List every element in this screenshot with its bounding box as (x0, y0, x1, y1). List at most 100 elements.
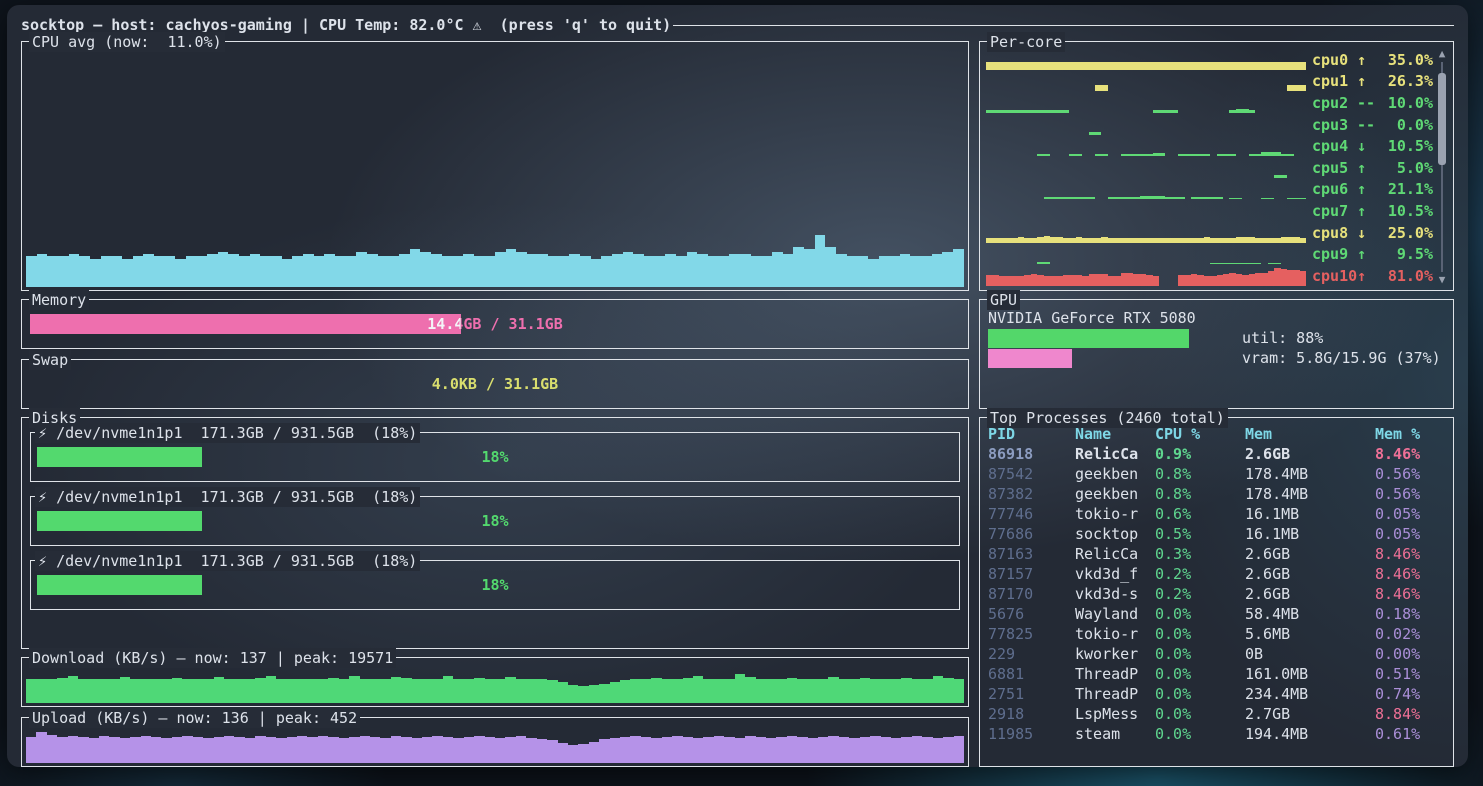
spark-bar (484, 256, 495, 287)
per-core-rows: cpu0↑35.0%cpu1↑26.3%cpu2--10.0%cpu3--0.0… (986, 48, 1433, 286)
spark-bar (172, 678, 182, 703)
process-mem: 2.6GB (1245, 584, 1375, 604)
process-row[interactable]: 2918LspMess0.0%2.7GB8.84% (988, 704, 1445, 724)
spark-bar (193, 737, 203, 763)
process-row[interactable]: 229kworker0.0%0B0.00% (988, 644, 1445, 664)
lightning-icon: ⚡ (38, 488, 56, 506)
process-row[interactable]: 5676Wayland0.0%58.4MB0.18% (988, 604, 1445, 624)
process-row[interactable]: 11985steam0.0%194.4MB0.61% (988, 724, 1445, 744)
spark-bar (922, 737, 932, 763)
spark-bar (870, 679, 880, 703)
spark-bar (825, 247, 836, 287)
spark-bar (380, 738, 390, 763)
process-row[interactable]: 77746tokio-r0.6%16.1MB0.05% (988, 504, 1445, 524)
spark-bar (346, 256, 357, 287)
spark-bar (287, 679, 297, 703)
spark-bar (868, 259, 879, 287)
process-cpu: 0.8% (1155, 464, 1245, 484)
spark-bar (662, 679, 672, 703)
spark-bar (1300, 271, 1306, 286)
process-row[interactable]: 77825tokio-r0.0%5.6MB0.02% (988, 624, 1445, 644)
scroll-up-icon[interactable]: ▲ (1439, 48, 1446, 60)
core-name: cpu2 (1312, 93, 1357, 113)
swap-panel: Swap 4.0KB / 31.1GB (21, 359, 969, 409)
spark-bar (356, 252, 367, 287)
process-cpu: 0.5% (1155, 524, 1245, 544)
spark-bar (260, 256, 271, 287)
download-panel-title: Download (KB/s) — now: 137 | peak: 19571 (29, 648, 396, 668)
spark-bar (589, 742, 599, 763)
per-core-sparkline (986, 113, 1306, 135)
spark-bar (559, 256, 570, 287)
spark-bar (89, 679, 99, 703)
per-core-sparkline (986, 178, 1306, 200)
process-row[interactable]: 86918RelicCa0.9%2.6GB8.46% (988, 444, 1445, 464)
lightning-icon: ⚡ (38, 552, 56, 570)
gpu-vram-gauge-fill (988, 349, 1072, 368)
process-name: socktop (1075, 524, 1155, 544)
download-panel: Download (KB/s) — now: 137 | peak: 19571 (21, 657, 969, 707)
process-pid: 86918 (988, 444, 1075, 464)
process-mem: 58.4MB (1245, 604, 1375, 624)
process-row[interactable]: 87163RelicCa0.3%2.6GB8.46% (988, 544, 1445, 564)
process-cpu: 0.6% (1155, 504, 1245, 524)
spark-bar (297, 679, 307, 703)
scroll-down-icon[interactable]: ▼ (1439, 274, 1446, 286)
spark-bar (401, 678, 411, 703)
spark-bar (193, 679, 203, 703)
spark-bar (623, 252, 634, 287)
spark-bar (787, 736, 797, 763)
process-row[interactable]: 77686socktop0.5%16.1MB0.05% (988, 524, 1445, 544)
process-row[interactable]: 87382geekben0.8%178.4MB0.56% (988, 484, 1445, 504)
download-chart (26, 666, 964, 703)
core-usage-value: 35.0% (1377, 50, 1433, 70)
process-pid: 2918 (988, 704, 1075, 724)
spark-bar (172, 737, 182, 763)
process-row[interactable]: 2751ThreadP0.0%234.4MB0.74% (988, 684, 1445, 704)
per-core-row: cpu8↓25.0% (986, 221, 1433, 243)
scrollbar-track[interactable] (1441, 62, 1443, 272)
spark-bar (474, 678, 484, 703)
spark-bar (47, 256, 58, 287)
process-mem-percent: 0.51% (1375, 664, 1445, 684)
spark-bar (943, 678, 953, 703)
spark-bar (111, 256, 122, 287)
spark-bar (422, 737, 432, 763)
spark-bar (391, 736, 401, 763)
spark-bar (548, 256, 559, 287)
spark-bar (870, 736, 880, 763)
spark-bar (69, 254, 80, 287)
spark-bar (101, 256, 112, 287)
spark-bar (526, 679, 536, 703)
spark-bar (314, 256, 325, 287)
disk-usage-label: 18% (37, 575, 953, 595)
process-name: kworker (1075, 644, 1155, 664)
per-core-row: cpu3--0.0% (986, 113, 1433, 135)
spark-bar (130, 679, 140, 703)
process-mem-percent: 0.02% (1375, 624, 1445, 644)
disk-item: ⚡ /dev/nvme1n1p1 171.3GB / 931.5GB (18%)… (30, 560, 960, 610)
spark-bar (804, 249, 815, 287)
process-row[interactable]: 6881ThreadP0.0%161.0MB0.51% (988, 664, 1445, 684)
scrollbar-thumb[interactable] (1438, 73, 1446, 165)
spark-bar (186, 256, 197, 287)
spark-bar (37, 254, 48, 287)
process-row[interactable]: 87157vkd3d_f0.2%2.6GB8.46% (988, 564, 1445, 584)
spark-bar (836, 254, 847, 287)
process-mem-percent: 0.56% (1375, 464, 1445, 484)
process-row[interactable]: 87170vkd3d-s0.2%2.6GB8.46% (988, 584, 1445, 604)
process-row[interactable]: 87542geekben0.8%178.4MB0.56% (988, 464, 1445, 484)
spark-bar (641, 679, 651, 703)
per-core-scrollbar[interactable]: ▲ ▼ (1435, 48, 1449, 286)
spark-bar (655, 256, 666, 287)
spark-bar (154, 256, 165, 287)
spark-bar (151, 679, 161, 703)
spark-bar (900, 254, 911, 287)
spark-bar (271, 256, 282, 287)
spark-bar (879, 256, 890, 287)
spark-bar (516, 679, 526, 703)
spark-bar (203, 738, 213, 763)
per-core-label: cpu8↓25.0% (1312, 223, 1433, 243)
disk-item: ⚡ /dev/nvme1n1p1 171.3GB / 931.5GB (18%)… (30, 432, 960, 482)
process-pid: 6881 (988, 664, 1075, 684)
